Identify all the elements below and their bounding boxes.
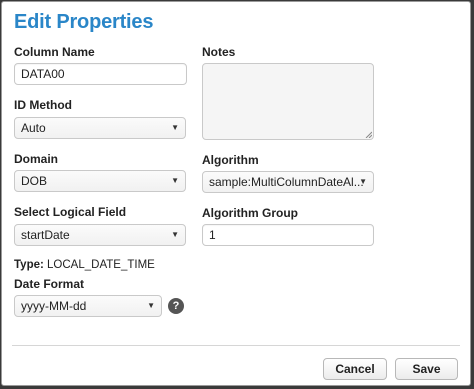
cancel-button[interactable]: Cancel [323, 358, 387, 380]
date-format-label: Date Format [14, 277, 85, 291]
algorithm-group-input[interactable]: 1 [202, 224, 374, 246]
algorithm-value: sample:MultiColumnDateAl... [209, 175, 364, 189]
id-method-value: Auto [21, 121, 46, 135]
edit-properties-dialog: Edit Properties Column Name DATA00 ID Me… [1, 1, 471, 386]
chevron-down-icon: ▼ [359, 177, 367, 186]
resize-grip-icon[interactable] [365, 131, 372, 138]
domain-select[interactable]: DOB ▼ [14, 170, 186, 192]
footer-divider [12, 345, 460, 346]
chevron-down-icon: ▼ [171, 230, 179, 239]
date-format-value: yyyy-MM-dd [21, 299, 87, 313]
algorithm-group-label: Algorithm Group [202, 206, 298, 220]
notes-textarea[interactable] [202, 63, 374, 140]
logical-field-select[interactable]: startDate ▼ [14, 224, 186, 246]
notes-label: Notes [202, 45, 236, 59]
id-method-select[interactable]: Auto ▼ [14, 117, 186, 139]
save-button[interactable]: Save [395, 358, 458, 380]
algorithm-label: Algorithm [202, 153, 259, 167]
algorithm-select[interactable]: sample:MultiColumnDateAl... ▼ [202, 171, 374, 193]
domain-label: Domain [14, 152, 59, 166]
chevron-down-icon: ▼ [171, 176, 179, 185]
dialog-title: Edit Properties [14, 11, 154, 33]
domain-value: DOB [21, 174, 48, 188]
type-info: Type: LOCAL_DATE_TIME [14, 259, 155, 271]
logical-field-label: Select Logical Field [14, 205, 127, 219]
help-icon[interactable]: ? [168, 298, 184, 314]
column-name-input[interactable]: DATA00 [14, 63, 187, 85]
logical-field-value: startDate [21, 228, 70, 242]
chevron-down-icon: ▼ [147, 301, 155, 310]
date-format-select[interactable]: yyyy-MM-dd ▼ [14, 295, 162, 317]
type-value: LOCAL_DATE_TIME [47, 259, 155, 271]
column-name-label: Column Name [14, 45, 95, 59]
chevron-down-icon: ▼ [171, 123, 179, 132]
type-label: Type: [14, 259, 44, 271]
id-method-label: ID Method [14, 98, 72, 112]
